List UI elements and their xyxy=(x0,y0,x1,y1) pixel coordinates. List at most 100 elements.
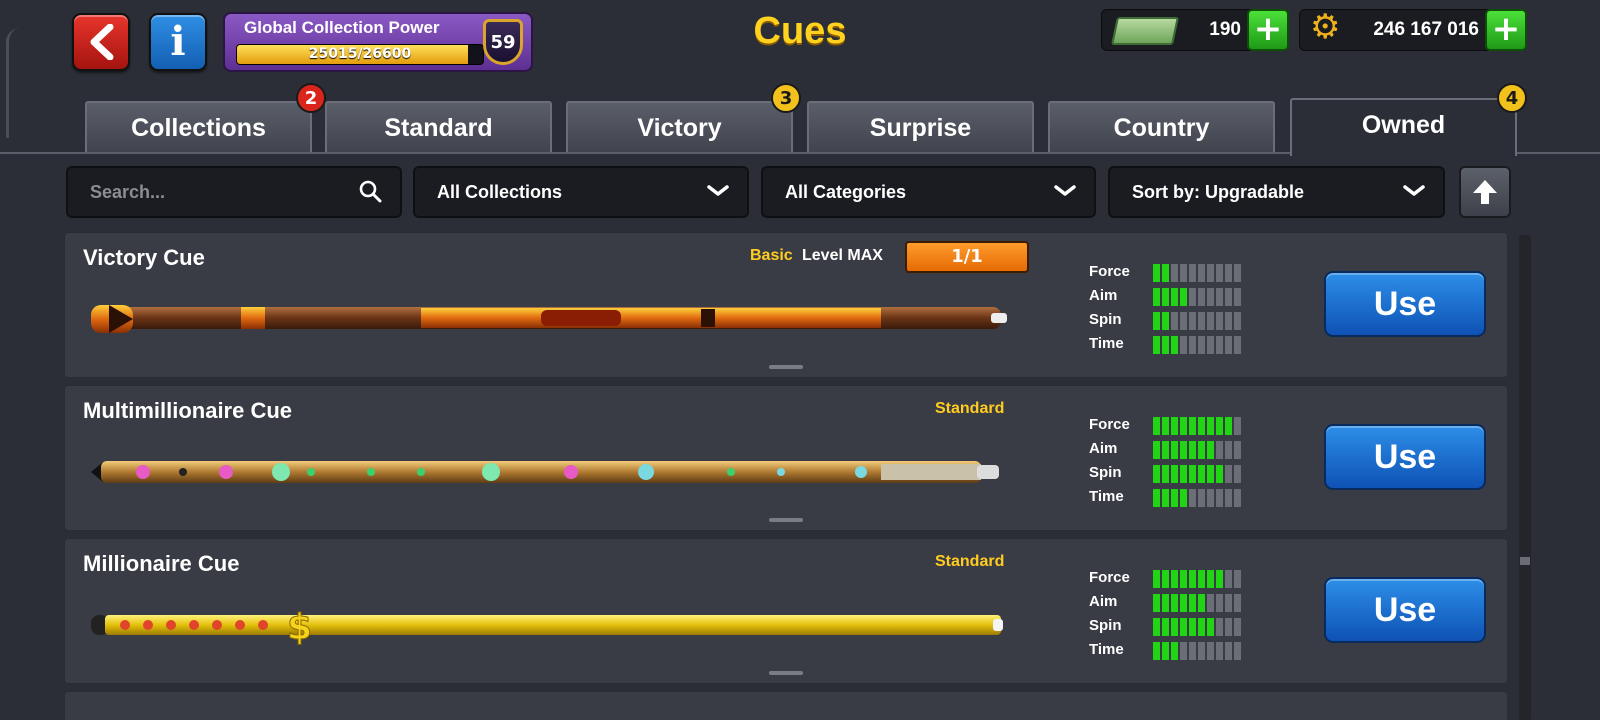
expand-handle[interactable] xyxy=(769,365,803,369)
stat-segment xyxy=(1216,465,1223,483)
stat-segment xyxy=(1171,312,1178,330)
cue-card[interactable]: Victory Cue Basic Level MAX 1/1 Force Ai… xyxy=(64,232,1508,378)
stat-segment xyxy=(1207,489,1214,507)
add-cash-button[interactable]: + xyxy=(1247,9,1289,51)
sort-dropdown[interactable]: Sort by: Upgradable xyxy=(1108,166,1445,218)
stat-segment xyxy=(1225,312,1232,330)
cash-icon xyxy=(1111,17,1179,45)
stat-segment xyxy=(1189,312,1196,330)
stat-segment xyxy=(1153,312,1160,330)
stat-segment xyxy=(1207,336,1214,354)
cue-card[interactable]: Millionaire Cue Standard $ Force Aim Spi… xyxy=(64,538,1508,684)
stat-segment xyxy=(1216,336,1223,354)
stat-bar xyxy=(1153,465,1241,483)
stat-segment xyxy=(1198,642,1205,660)
cue-list: Victory Cue Basic Level MAX 1/1 Force Ai… xyxy=(64,232,1508,720)
filter-bar: Search... All Collections All Categories… xyxy=(0,166,1600,220)
cue-card[interactable]: Multimillionaire Cue Standard Force Aim … xyxy=(64,385,1508,531)
stat-segment xyxy=(1153,288,1160,306)
stat-segment xyxy=(1225,642,1232,660)
search-icon xyxy=(359,180,382,203)
cue-card[interactable] xyxy=(64,691,1508,720)
tab-victory[interactable]: Victory xyxy=(566,101,793,154)
stat-segment xyxy=(1180,489,1187,507)
stat-segment xyxy=(1153,570,1160,588)
scrollbar-thumb[interactable] xyxy=(1520,557,1530,565)
cue-tier: Basic xyxy=(750,247,793,264)
top-bar: i Global Collection Power 25015/26600 59… xyxy=(0,0,1600,96)
stat-segment xyxy=(1207,618,1214,636)
tab-country[interactable]: Country xyxy=(1048,101,1275,154)
cash-counter: 190 + xyxy=(1101,9,1289,51)
category-tabs: Collections 2 Standard Victory 3 Surpris… xyxy=(0,83,1600,156)
stat-segment xyxy=(1198,570,1205,588)
gear-coin-icon: ⚙ xyxy=(1310,7,1341,47)
stat-segment xyxy=(1153,489,1160,507)
stat-segment xyxy=(1234,642,1241,660)
stat-segment xyxy=(1216,312,1223,330)
stat-label: Time xyxy=(1089,335,1124,352)
stat-segment xyxy=(1180,570,1187,588)
stat-segment xyxy=(1162,264,1169,282)
search-input[interactable]: Search... xyxy=(66,166,402,218)
stat-segment xyxy=(1234,336,1241,354)
collections-dropdown[interactable]: All Collections xyxy=(413,166,749,218)
stat-segment xyxy=(1216,489,1223,507)
stat-segment xyxy=(1216,570,1223,588)
tab-owned-badge: 4 xyxy=(1497,83,1527,113)
stat-label: Force xyxy=(1089,416,1130,433)
expand-handle[interactable] xyxy=(769,671,803,675)
stat-segment xyxy=(1171,489,1178,507)
stat-segment xyxy=(1234,312,1241,330)
stat-segment xyxy=(1153,336,1160,354)
list-scrollbar[interactable] xyxy=(1519,235,1531,720)
stat-segment xyxy=(1225,489,1232,507)
stat-segment xyxy=(1207,288,1214,306)
stat-segment xyxy=(1171,594,1178,612)
stat-segment xyxy=(1171,465,1178,483)
stat-segment xyxy=(1225,288,1232,306)
stat-segment xyxy=(1162,288,1169,306)
stat-label: Time xyxy=(1089,488,1124,505)
cue-name: Multimillionaire Cue xyxy=(83,398,293,423)
stat-segment xyxy=(1189,594,1196,612)
stat-segment xyxy=(1171,441,1178,459)
stat-segment xyxy=(1153,618,1160,636)
use-button[interactable]: Use xyxy=(1324,424,1486,490)
stat-segment xyxy=(1216,264,1223,282)
tab-victory-badge: 3 xyxy=(771,83,801,113)
stat-label: Spin xyxy=(1089,311,1122,328)
stat-bar xyxy=(1153,594,1241,612)
tab-owned[interactable]: Owned xyxy=(1290,98,1517,156)
stat-segment xyxy=(1171,570,1178,588)
add-coins-button[interactable]: + xyxy=(1485,9,1527,51)
stat-bar xyxy=(1153,336,1241,354)
stat-segment xyxy=(1207,417,1214,435)
categories-dropdown[interactable]: All Categories xyxy=(761,166,1096,218)
use-button[interactable]: Use xyxy=(1324,271,1486,337)
tab-standard[interactable]: Standard xyxy=(325,101,552,154)
cue-level-label: Level MAX xyxy=(802,247,883,264)
tab-surprise[interactable]: Surprise xyxy=(807,101,1034,154)
stat-segment xyxy=(1180,594,1187,612)
stat-segment xyxy=(1189,288,1196,306)
stat-segment xyxy=(1198,594,1205,612)
stat-segment xyxy=(1171,336,1178,354)
stat-bar xyxy=(1153,642,1241,660)
stat-segment xyxy=(1207,594,1214,612)
stat-segment xyxy=(1207,264,1214,282)
millionaire-cue-image: $ xyxy=(91,607,1003,649)
sort-order-button[interactable] xyxy=(1459,166,1511,218)
stat-segment xyxy=(1189,618,1196,636)
stat-segment xyxy=(1162,312,1169,330)
stat-label: Spin xyxy=(1089,617,1122,634)
stat-segment xyxy=(1189,441,1196,459)
use-button[interactable]: Use xyxy=(1324,577,1486,643)
expand-handle[interactable] xyxy=(769,518,803,522)
stat-segment xyxy=(1234,570,1241,588)
stat-segment xyxy=(1234,417,1241,435)
coins-value: 246 167 016 xyxy=(1373,19,1479,40)
stat-segment xyxy=(1225,465,1232,483)
tab-collections[interactable]: Collections xyxy=(85,101,312,154)
stat-segment xyxy=(1189,264,1196,282)
